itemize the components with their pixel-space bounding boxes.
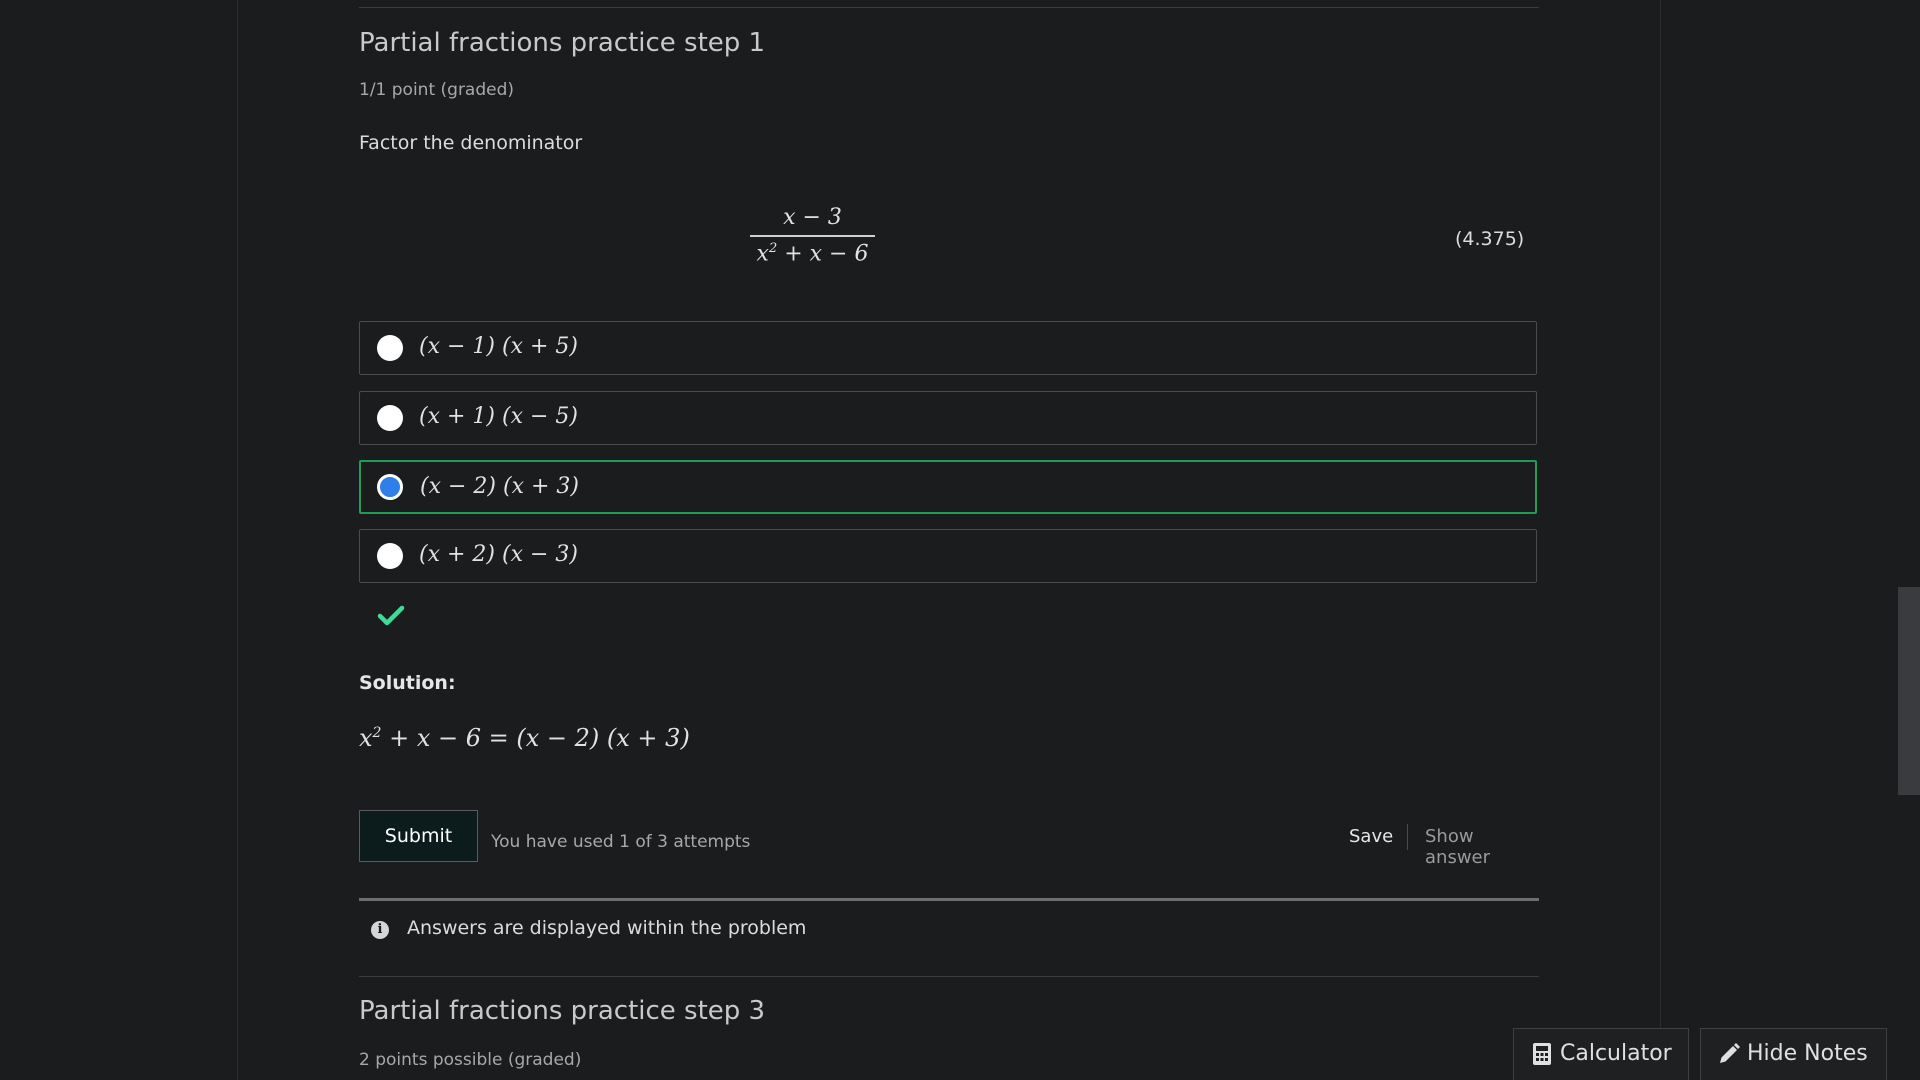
- problem-title: Partial fractions practice step 3: [359, 996, 766, 1026]
- choice-label: (x − 1) (x + 5): [419, 334, 578, 359]
- attempts-text: You have used 1 of 3 attempts: [491, 832, 751, 852]
- choice-label: (x + 2) (x − 3): [419, 542, 578, 567]
- left-rail: [0, 0, 238, 1080]
- radio-button[interactable]: [377, 335, 403, 361]
- pencil-icon: [1720, 1043, 1740, 1063]
- calculator-icon: [1533, 1043, 1551, 1065]
- problem-points: 1/1 point (graded): [359, 80, 515, 100]
- solution-equation: x2 + x − 6 = (x − 2) (x + 3): [359, 724, 690, 752]
- radio-button[interactable]: [377, 405, 403, 431]
- problem-title: Partial fractions practice step 1: [359, 28, 766, 58]
- choice-option-1[interactable]: (x − 1) (x + 5): [359, 321, 1537, 375]
- notice-text: Answers are displayed within the problem: [407, 917, 807, 939]
- action-divider: [1407, 824, 1408, 850]
- choice-label: (x + 1) (x − 5): [419, 404, 578, 429]
- radio-button-selected[interactable]: [377, 474, 403, 500]
- save-button[interactable]: Save: [1349, 826, 1393, 847]
- problem-prompt: Factor the denominator: [359, 132, 583, 154]
- problem-points: 2 points possible (graded): [359, 1050, 582, 1070]
- radio-button[interactable]: [377, 543, 403, 569]
- show-answer-button[interactable]: Show answer: [1425, 826, 1539, 868]
- fraction-expression: x − 3 x2 + x − 6: [750, 205, 875, 266]
- right-rail: [1660, 0, 1920, 1080]
- choice-label: (x − 2) (x + 3): [420, 474, 579, 499]
- calculator-button[interactable]: Calculator: [1513, 1028, 1689, 1080]
- choice-option-2[interactable]: (x + 1) (x − 5): [359, 391, 1537, 445]
- hide-notes-label: Hide Notes: [1747, 1041, 1868, 1066]
- section-divider: [359, 976, 1539, 977]
- equation-number: (4.375): [1455, 228, 1525, 250]
- solution-label: Solution:: [359, 672, 456, 694]
- choice-option-3[interactable]: (x − 2) (x + 3): [359, 460, 1537, 514]
- fraction-numerator: x − 3: [783, 205, 842, 230]
- choice-option-4[interactable]: (x + 2) (x − 3): [359, 529, 1537, 583]
- scrollbar-thumb[interactable]: [1898, 587, 1920, 795]
- check-icon: [377, 605, 405, 626]
- section-divider: [359, 7, 1539, 8]
- submit-button[interactable]: Submit: [359, 810, 478, 862]
- fraction-bar: [750, 235, 875, 237]
- fraction-denominator: x2 + x − 6: [756, 240, 869, 266]
- info-icon: i: [371, 921, 389, 939]
- answer-notice: i Answers are displayed within the probl…: [359, 898, 1539, 959]
- hide-notes-button[interactable]: Hide Notes: [1700, 1028, 1887, 1080]
- calculator-label: Calculator: [1560, 1041, 1672, 1066]
